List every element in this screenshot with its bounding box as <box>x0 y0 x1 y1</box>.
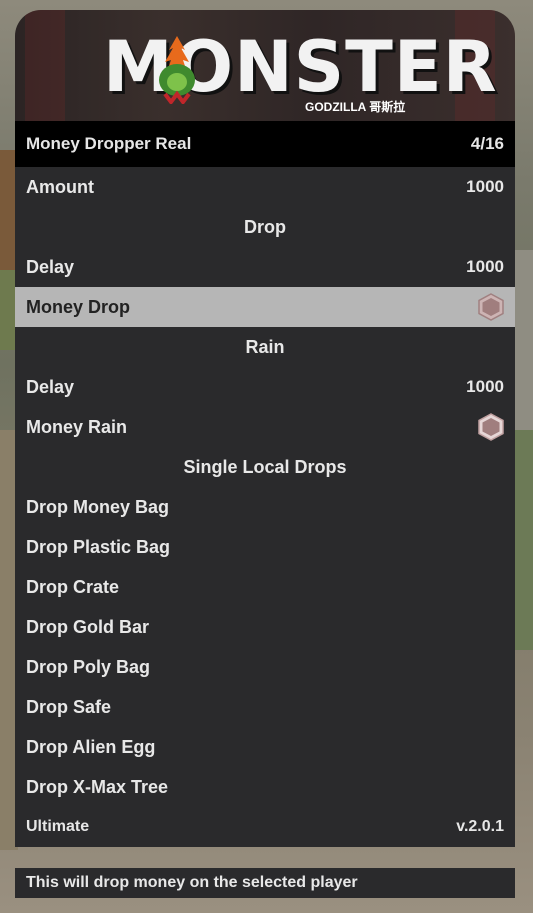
menu-toggle-money-drop[interactable]: Money Drop <box>15 287 515 327</box>
banner-texture <box>25 10 65 121</box>
menu-title: Money Dropper Real <box>26 134 192 153</box>
footer-edition: Ultimate <box>26 818 90 835</box>
option-label: Drop Crate <box>26 576 120 597</box>
dragon-logo-icon <box>159 36 195 104</box>
option-label: Money Drop <box>26 296 131 317</box>
background-trees <box>515 430 533 650</box>
section-header-single-local-drops: Single Local Drops <box>15 447 515 487</box>
option-label: Money Rain <box>26 416 128 437</box>
option-label: Delay <box>26 256 75 277</box>
menu-option-drop-delay[interactable]: Delay 1000 <box>15 247 515 287</box>
page-counter: 4/16 <box>470 134 504 153</box>
menu-action-drop-xmax-tree[interactable]: Drop X-Max Tree <box>15 767 515 807</box>
menu-action-drop-alien-egg[interactable]: Drop Alien Egg <box>15 727 515 767</box>
menu-list: Amount 1000 Drop Delay 1000 Money Drop R… <box>15 167 515 807</box>
option-label: Drop Plastic Bag <box>26 536 171 557</box>
option-label: Drop X-Max Tree <box>26 776 169 797</box>
section-label: Rain <box>245 336 285 357</box>
menu-action-drop-plastic-bag[interactable]: Drop Plastic Bag <box>15 527 515 567</box>
description-text: This will drop money on the selected pla… <box>26 874 358 891</box>
menu-toggle-money-rain[interactable]: Money Rain <box>15 407 515 447</box>
background-building <box>515 250 533 430</box>
menu-option-rain-delay[interactable]: Delay 1000 <box>15 367 515 407</box>
version-label: v.2.0.1 <box>456 818 504 835</box>
menu-option-amount[interactable]: Amount 1000 <box>15 167 515 207</box>
description-bar: This will drop money on the selected pla… <box>15 868 515 898</box>
hexagon-toggle-icon[interactable] <box>478 413 504 441</box>
option-label: Drop Alien Egg <box>26 736 156 757</box>
menu-action-drop-money-bag[interactable]: Drop Money Bag <box>15 487 515 527</box>
menu-action-drop-gold-bar[interactable]: Drop Gold Bar <box>15 607 515 647</box>
option-value: 1000 <box>466 177 504 196</box>
menu-action-drop-crate[interactable]: Drop Crate <box>15 567 515 607</box>
section-header-rain: Rain <box>15 327 515 367</box>
section-label: Drop <box>244 216 286 237</box>
logo-subtitle: GODZILLA 哥斯拉 <box>305 100 406 114</box>
option-label: Drop Gold Bar <box>26 616 150 637</box>
option-value: 1000 <box>466 377 504 396</box>
menu-header: Money Dropper Real 4/16 <box>15 121 515 167</box>
option-label: Drop Poly Bag <box>26 656 151 677</box>
mod-menu: MONSTER GODZILLA 哥斯拉 Money Dropper Real … <box>15 10 515 847</box>
option-label: Drop Safe <box>26 696 112 717</box>
option-value: 1000 <box>466 257 504 276</box>
menu-action-drop-poly-bag[interactable]: Drop Poly Bag <box>15 647 515 687</box>
option-label: Delay <box>26 376 75 397</box>
option-label: Amount <box>26 176 94 197</box>
menu-action-drop-safe[interactable]: Drop Safe <box>15 687 515 727</box>
menu-footer: Ultimate v.2.0.1 <box>15 807 515 847</box>
option-label: Drop Money Bag <box>26 496 170 517</box>
menu-banner: MONSTER GODZILLA 哥斯拉 <box>15 10 515 121</box>
section-label: Single Local Drops <box>183 456 347 477</box>
section-header-drop: Drop <box>15 207 515 247</box>
hexagon-toggle-icon[interactable] <box>478 293 504 321</box>
